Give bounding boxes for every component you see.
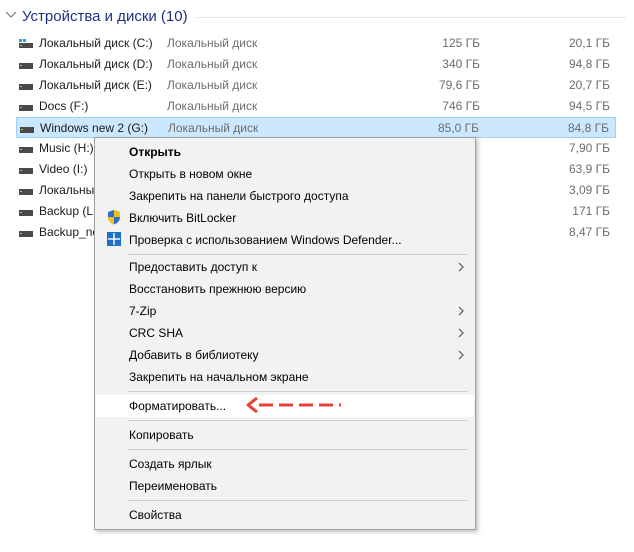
devices-group-header[interactable]: Устройства и диски (10) — [0, 0, 634, 30]
menu-item-add-to-library[interactable]: Добавить в библиотеку — [96, 344, 474, 366]
menu-item-label: 7-Zip — [129, 304, 157, 318]
drive-free-space: 94,5 ГБ — [568, 99, 610, 113]
menu-item-open[interactable]: Открыть — [96, 141, 474, 163]
menu-item-restore-previous[interactable]: Восстановить прежнюю версию — [96, 278, 474, 300]
drive-type: Локальный диск — [168, 121, 259, 135]
menu-item-rename[interactable]: Переименовать — [96, 475, 474, 497]
drive-icon — [20, 127, 34, 133]
menu-item-label: Создать ярлык — [129, 457, 212, 471]
uac-shield-icon — [108, 210, 120, 225]
drive-free-space: 171 ГБ — [572, 204, 610, 218]
menu-item-label: Восстановить прежнюю версию — [129, 282, 307, 296]
group-title: Устройства и диски (10) — [22, 8, 188, 25]
drive-icon — [19, 189, 33, 195]
menu-item-crc-sha[interactable]: CRC SHA — [96, 322, 474, 344]
drive-name: Backup_ne — [39, 225, 100, 239]
menu-separator — [128, 391, 468, 392]
menu-item-properties[interactable]: Свойства — [96, 504, 474, 526]
menu-item-label: Открыть в новом окне — [129, 167, 253, 181]
drive-name: Video (I:) — [39, 162, 88, 176]
menu-separator — [128, 449, 468, 450]
drive-name: Docs (F:) — [39, 99, 89, 113]
drive-free-space: 94,8 ГБ — [568, 57, 610, 71]
drive-icon — [19, 168, 33, 174]
system-drive-icon — [19, 39, 33, 48]
drive-name: Локальный диск (D:) — [39, 57, 153, 71]
menu-item-label: Форматировать... — [129, 399, 227, 413]
menu-item-pin-start[interactable]: Закрепить на начальном экране — [96, 366, 474, 388]
drive-icon — [19, 84, 33, 90]
drive-name: Локальный диск (C:) — [39, 36, 153, 50]
drive-icon — [19, 231, 33, 237]
drive-type: Локальный диск — [167, 99, 258, 113]
drive-icon — [19, 147, 33, 153]
menu-item-label: Добавить в библиотеку — [129, 348, 259, 362]
drive-icon — [19, 210, 33, 216]
menu-item-pin-quick-access[interactable]: Закрепить на панели быстрого доступа — [96, 185, 474, 207]
drive-free-space: 63,9 ГБ — [568, 162, 610, 176]
menu-separator — [128, 420, 468, 421]
drive-icon — [19, 105, 33, 111]
drive-name: Music (H:) — [39, 141, 94, 155]
drive-name: Windows new 2 (G:) — [40, 121, 149, 135]
menu-item-label: Закрепить на панели быстрого доступа — [129, 189, 349, 203]
menu-separator — [128, 254, 468, 255]
drive-name: Локальны — [39, 183, 95, 197]
drive-free-space: 20,1 ГБ — [568, 36, 610, 50]
drive-name: Backup (L: — [39, 204, 97, 218]
chevron-right-icon — [458, 350, 464, 360]
drive-total-size: 340 ГБ — [442, 57, 480, 71]
menu-item-defender-scan[interactable]: Проверка с использованием Windows Defend… — [96, 229, 474, 251]
chevron-right-icon — [458, 262, 464, 272]
drive-row-c[interactable]: Локальный диск (C:) Локальный диск 125 Г… — [16, 33, 616, 54]
drive-row-d[interactable]: Локальный диск (D:) Локальный диск 340 Г… — [16, 54, 616, 75]
menu-item-create-shortcut[interactable]: Создать ярлык — [96, 453, 474, 475]
drive-type: Локальный диск — [167, 57, 258, 71]
menu-item-7zip[interactable]: 7-Zip — [96, 300, 474, 322]
menu-item-label: CRC SHA — [129, 326, 184, 340]
drive-total-size: 85,0 ГБ — [437, 121, 479, 135]
windows-defender-icon — [107, 232, 121, 246]
menu-item-label: Предоставить доступ к — [129, 260, 257, 274]
menu-item-open-new-window[interactable]: Открыть в новом окне — [96, 163, 474, 185]
group-divider — [196, 17, 626, 18]
menu-item-give-access[interactable]: Предоставить доступ к — [96, 256, 474, 278]
drive-type: Локальный диск — [167, 36, 258, 50]
drive-row-f[interactable]: Docs (F:) Локальный диск 746 ГБ 94,5 ГБ — [16, 96, 616, 117]
drive-name: Локальный диск (E:) — [39, 78, 152, 92]
drive-free-space: 3,09 ГБ — [568, 183, 610, 197]
annotation-arrow-icon — [246, 396, 341, 414]
menu-item-label: Проверка с использованием Windows Defend… — [129, 233, 402, 247]
drive-icon — [19, 63, 33, 69]
menu-item-label: Открыть — [129, 145, 182, 159]
drive-total-size: 79,6 ГБ — [438, 78, 480, 92]
drive-free-space: 84,8 ГБ — [567, 121, 609, 135]
menu-item-label: Включить BitLocker — [129, 211, 237, 225]
drive-free-space: 7,90 ГБ — [568, 141, 610, 155]
chevron-down-icon — [5, 11, 17, 18]
context-menu: Открыть Открыть в новом окне Закрепить н… — [94, 137, 476, 530]
menu-separator — [128, 500, 468, 501]
drive-total-size: 746 ГБ — [442, 99, 480, 113]
menu-item-bitlocker[interactable]: Включить BitLocker — [96, 207, 474, 229]
menu-item-label: Переименовать — [129, 479, 217, 493]
drive-row-g-selected[interactable]: Windows new 2 (G:) Локальный диск 85,0 Г… — [16, 117, 616, 138]
drive-free-space: 20,7 ГБ — [568, 78, 610, 92]
menu-item-label: Свойства — [129, 508, 182, 522]
drive-total-size: 125 ГБ — [442, 36, 480, 50]
menu-item-copy[interactable]: Копировать — [96, 424, 474, 446]
drive-row-e[interactable]: Локальный диск (E:) Локальный диск 79,6 … — [16, 75, 616, 96]
drive-type: Локальный диск — [167, 78, 258, 92]
menu-item-label: Закрепить на начальном экране — [129, 370, 309, 384]
chevron-right-icon — [458, 306, 464, 316]
chevron-right-icon — [458, 328, 464, 338]
drive-free-space: 8,47 ГБ — [568, 225, 610, 239]
menu-item-label: Копировать — [129, 428, 194, 442]
